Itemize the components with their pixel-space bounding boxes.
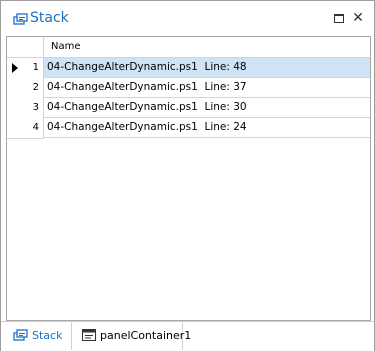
row-header[interactable]: 1 [7, 58, 44, 79]
table-row[interactable]: 3 04-ChangeAlterDynamic.ps1 Line: 30 [7, 98, 370, 119]
column-header-name[interactable]: Name [51, 41, 81, 52]
panel-tab-bar: Stack panelContainer1 [1, 321, 374, 351]
stack-icon [13, 328, 29, 342]
maximize-icon[interactable] [332, 11, 346, 25]
name-cell-text: 04-ChangeAlterDynamic.ps1 Line: 30 [47, 101, 247, 113]
stack-grid: Name 1 04-ChangeAlterDynamic.ps1 Line: 4… [6, 36, 371, 321]
table-row[interactable]: 2 04-ChangeAlterDynamic.ps1 Line: 37 [7, 78, 370, 99]
tab-stack[interactable]: Stack [6, 322, 68, 350]
close-icon[interactable]: ✕ [351, 11, 365, 25]
row-number: 4 [32, 122, 39, 133]
tab-label: Stack [32, 329, 63, 342]
row-header[interactable]: 4 [7, 118, 44, 139]
name-cell-text: 04-ChangeAlterDynamic.ps1 Line: 48 [47, 61, 247, 73]
row-header-corner[interactable] [7, 37, 44, 57]
panel-icon [81, 328, 97, 342]
grid-header: Name [7, 37, 370, 58]
tab-label: panelContainer1 [100, 329, 192, 342]
row-number: 1 [32, 62, 39, 73]
tab-panel-container[interactable]: panelContainer1 [71, 322, 191, 350]
stack-window: Stack ✕ Name 1 04-ChangeAlterDynamic.ps1… [0, 0, 375, 351]
current-row-arrow-icon [12, 63, 18, 73]
table-row[interactable]: 1 04-ChangeAlterDynamic.ps1 Line: 48 [7, 58, 370, 79]
name-cell[interactable]: 04-ChangeAlterDynamic.ps1 Line: 48 [44, 58, 370, 78]
row-header[interactable]: 3 [7, 98, 44, 119]
name-cell[interactable]: 04-ChangeAlterDynamic.ps1 Line: 37 [44, 78, 370, 98]
stack-icon [13, 12, 29, 26]
name-cell[interactable]: 04-ChangeAlterDynamic.ps1 Line: 30 [44, 98, 370, 118]
row-number: 3 [32, 102, 39, 113]
row-header[interactable]: 2 [7, 78, 44, 99]
table-row[interactable]: 4 04-ChangeAlterDynamic.ps1 Line: 24 [7, 118, 370, 139]
row-number: 2 [32, 82, 39, 93]
title-bar: Stack ✕ [1, 1, 374, 35]
window-title: Stack [30, 10, 69, 26]
name-cell[interactable]: 04-ChangeAlterDynamic.ps1 Line: 24 [44, 118, 370, 138]
name-cell-text: 04-ChangeAlterDynamic.ps1 Line: 37 [47, 81, 247, 93]
name-cell-text: 04-ChangeAlterDynamic.ps1 Line: 24 [47, 121, 247, 133]
